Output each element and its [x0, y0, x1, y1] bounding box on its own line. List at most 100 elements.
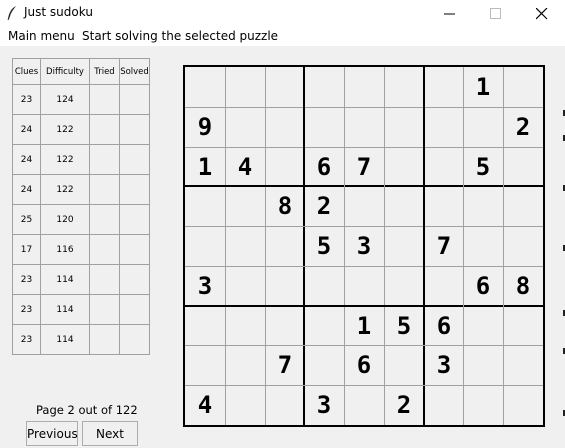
sudoku-board[interactable]: 1921467582537368156763432 [183, 65, 545, 427]
sudoku-cell[interactable] [304, 67, 344, 107]
sudoku-cell[interactable] [384, 226, 424, 266]
sudoku-cell[interactable]: 5 [384, 306, 424, 346]
sudoku-cell[interactable] [304, 107, 344, 147]
header-clues[interactable]: Clues [12, 58, 41, 85]
header-difficulty[interactable]: Difficulty [40, 58, 90, 85]
sudoku-cell[interactable] [225, 345, 265, 385]
sudoku-cell[interactable] [185, 306, 225, 346]
sudoku-cell[interactable]: 3 [304, 385, 344, 425]
sudoku-cell[interactable] [225, 306, 265, 346]
sudoku-cell[interactable] [185, 67, 225, 107]
sudoku-cell[interactable]: 6 [304, 147, 344, 187]
sudoku-cell[interactable]: 6 [424, 306, 464, 346]
maximize-button[interactable] [473, 0, 519, 27]
table-row[interactable]: 23 114 [12, 294, 150, 325]
previous-button[interactable]: Previous [26, 421, 78, 446]
sudoku-cell[interactable] [463, 107, 503, 147]
sudoku-cell[interactable] [265, 67, 305, 107]
table-row[interactable]: 24 122 [12, 144, 150, 175]
sudoku-cell[interactable] [424, 147, 464, 187]
sudoku-cell[interactable]: 7 [344, 147, 384, 187]
sudoku-cell[interactable] [384, 345, 424, 385]
sudoku-cell[interactable] [304, 306, 344, 346]
sudoku-cell[interactable] [424, 67, 464, 107]
sudoku-cell[interactable]: 6 [344, 345, 384, 385]
sudoku-cell[interactable] [225, 107, 265, 147]
table-row[interactable]: 17 116 [12, 234, 150, 265]
sudoku-cell[interactable]: 1 [185, 147, 225, 187]
table-row[interactable]: 23 114 [12, 264, 150, 295]
sudoku-cell[interactable]: 1 [344, 306, 384, 346]
sudoku-cell[interactable] [265, 266, 305, 306]
sudoku-cell[interactable] [265, 385, 305, 425]
table-row[interactable]: 24 122 [12, 114, 150, 145]
sudoku-cell[interactable] [225, 67, 265, 107]
header-solved[interactable]: Solved [119, 58, 150, 85]
sudoku-cell[interactable]: 3 [185, 266, 225, 306]
sudoku-cell[interactable]: 2 [304, 186, 344, 226]
sudoku-cell[interactable]: 3 [424, 345, 464, 385]
sudoku-cell[interactable] [424, 186, 464, 226]
sudoku-cell[interactable] [304, 266, 344, 306]
header-tried[interactable]: Tried [89, 58, 120, 85]
sudoku-cell[interactable] [344, 186, 384, 226]
sudoku-cell[interactable] [463, 306, 503, 346]
sudoku-cell[interactable] [384, 107, 424, 147]
sudoku-cell[interactable] [225, 226, 265, 266]
sudoku-cell[interactable] [265, 147, 305, 187]
sudoku-cell[interactable]: 6 [463, 266, 503, 306]
sudoku-cell[interactable]: 1 [463, 67, 503, 107]
close-button[interactable] [519, 0, 565, 27]
sudoku-cell[interactable]: 5 [304, 226, 344, 266]
sudoku-cell[interactable] [185, 186, 225, 226]
sudoku-cell[interactable] [503, 306, 543, 346]
sudoku-cell[interactable]: 9 [185, 107, 225, 147]
sudoku-cell[interactable] [503, 345, 543, 385]
sudoku-cell[interactable]: 7 [265, 345, 305, 385]
sudoku-cell[interactable] [424, 385, 464, 425]
sudoku-cell[interactable] [503, 147, 543, 187]
sudoku-cell[interactable] [225, 266, 265, 306]
sudoku-cell[interactable] [503, 186, 543, 226]
sudoku-cell[interactable] [265, 226, 305, 266]
sudoku-cell[interactable] [225, 385, 265, 425]
sudoku-cell[interactable] [463, 345, 503, 385]
sudoku-cell[interactable] [424, 107, 464, 147]
table-row[interactable]: 25 120 [12, 204, 150, 235]
menu-start-solving[interactable]: Start solving the selected puzzle [82, 29, 278, 43]
next-button[interactable]: Next [82, 421, 138, 446]
menu-main[interactable]: Main menu [8, 29, 75, 43]
sudoku-cell[interactable]: 4 [225, 147, 265, 187]
sudoku-cell[interactable]: 8 [503, 266, 543, 306]
sudoku-cell[interactable] [344, 107, 384, 147]
table-row[interactable]: 23 124 [12, 84, 150, 115]
minimize-button[interactable] [427, 0, 473, 27]
puzzle-list[interactable]: Clues Difficulty Tried Solved 23 124 24 122… [12, 58, 150, 355]
sudoku-cell[interactable] [265, 107, 305, 147]
sudoku-cell[interactable]: 8 [265, 186, 305, 226]
sudoku-cell[interactable]: 3 [344, 226, 384, 266]
sudoku-cell[interactable] [463, 186, 503, 226]
sudoku-cell[interactable] [384, 147, 424, 187]
sudoku-cell[interactable] [185, 226, 225, 266]
sudoku-cell[interactable] [503, 385, 543, 425]
sudoku-cell[interactable] [344, 385, 384, 425]
sudoku-cell[interactable] [185, 345, 225, 385]
sudoku-cell[interactable]: 5 [463, 147, 503, 187]
table-row[interactable]: 23 114 [12, 324, 150, 355]
sudoku-cell[interactable] [463, 385, 503, 425]
sudoku-cell[interactable]: 2 [503, 107, 543, 147]
sudoku-cell[interactable] [225, 186, 265, 226]
sudoku-cell[interactable]: 2 [384, 385, 424, 425]
sudoku-cell[interactable] [384, 186, 424, 226]
sudoku-cell[interactable] [344, 67, 384, 107]
table-row[interactable]: 24 122 [12, 174, 150, 205]
sudoku-cell[interactable] [503, 226, 543, 266]
sudoku-cell[interactable] [265, 306, 305, 346]
sudoku-cell[interactable] [424, 266, 464, 306]
sudoku-cell[interactable] [503, 67, 543, 107]
sudoku-cell[interactable] [384, 266, 424, 306]
sudoku-cell[interactable] [384, 67, 424, 107]
sudoku-cell[interactable] [344, 266, 384, 306]
sudoku-cell[interactable] [304, 345, 344, 385]
